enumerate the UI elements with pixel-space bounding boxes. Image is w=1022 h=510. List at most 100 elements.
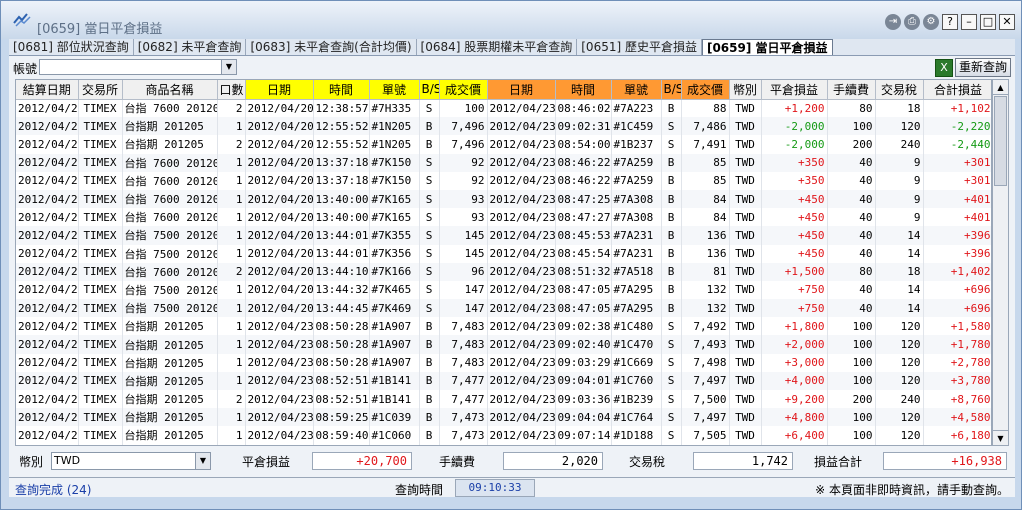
table-row[interactable]: 2012/04/23 TIMEX 台指 7600 201205 1 2012/04/20… xyxy=(16,208,991,227)
table-cell: #7A308 xyxy=(611,208,662,227)
table-cell: 2012/04/23 xyxy=(487,299,556,318)
table-cell: 2012/04/23 xyxy=(16,189,79,209)
table-cell: 13:40:00 xyxy=(313,208,370,227)
table-row[interactable]: 2012/04/23 TIMEX 台指期 201205 1 2012/04/23 08:5… xyxy=(16,335,991,354)
refresh-button[interactable]: 重新查詢 xyxy=(955,58,1011,77)
table-cell: 2012/04/23 xyxy=(487,280,556,300)
table-row[interactable]: 2012/04/23 TIMEX 台指期 201205 1 2012/04/23 08:5… xyxy=(16,353,991,372)
tab-0681[interactable]: [0681] 部位狀況查詢 xyxy=(9,39,134,55)
scroll-down-icon[interactable]: ▼ xyxy=(993,430,1008,445)
settings-icon[interactable]: ⚙ xyxy=(923,14,939,30)
table-row[interactable]: 2012/04/23 TIMEX 台指 7500 201205 1 2012/04/20… xyxy=(16,226,991,245)
table-cell: TWD xyxy=(729,317,762,336)
tab-0684[interactable]: [0684] 股票期權未平倉查詢 xyxy=(417,39,578,55)
account-select[interactable]: ▼ xyxy=(39,59,237,75)
column-header[interactable]: 單號 xyxy=(369,80,420,100)
column-header[interactable]: 日期 xyxy=(245,80,314,100)
table-row[interactable]: 2012/04/23 TIMEX 台指 7500 201205 1 2012/04/20… xyxy=(16,299,991,318)
table-row[interactable]: 2012/04/23 TIMEX 台指 7600 201205 1 2012/04/20… xyxy=(16,153,991,172)
maximize-icon[interactable]: □ xyxy=(980,14,996,30)
table-cell: B xyxy=(661,208,682,227)
column-header[interactable]: 時間 xyxy=(313,80,370,100)
column-header[interactable]: 合計損益 xyxy=(923,80,991,100)
table-cell: TWD xyxy=(729,189,762,209)
table-cell: 2012/04/20 xyxy=(245,189,314,209)
table-row[interactable]: 2012/04/23 TIMEX 台指 7600 201205 2 2012/04/20… xyxy=(16,262,991,281)
scroll-up-icon[interactable]: ▲ xyxy=(993,80,1008,95)
column-header[interactable]: 幣別 xyxy=(729,80,762,100)
table-cell: #7K165 xyxy=(369,208,420,227)
column-header[interactable]: 商品名稱 xyxy=(122,80,218,100)
table-row[interactable]: 2012/04/23 TIMEX 台指期 201205 2 2012/04/23 08:5… xyxy=(16,390,991,409)
table-cell: 13:37:18 xyxy=(313,153,370,172)
column-header[interactable]: 結算日期 xyxy=(16,80,79,100)
table-cell: 2 xyxy=(217,135,246,154)
table-cell: 13:44:01 xyxy=(313,244,370,263)
table-row[interactable]: 2012/04/23 TIMEX 台指 7600 201205 2 2012/04/20… xyxy=(16,99,991,118)
currency-select[interactable]: TWD ▼ xyxy=(51,452,211,470)
table-cell: 7,492 xyxy=(681,317,730,336)
table-row[interactable]: 2012/04/23 TIMEX 台指 7600 201205 1 2012/04/20… xyxy=(16,171,991,190)
column-header[interactable]: 時間 xyxy=(555,80,612,100)
table-cell: TIMEX xyxy=(78,189,123,209)
column-header[interactable]: 交易稅 xyxy=(875,80,924,100)
table-cell: 13:44:10 xyxy=(313,262,370,281)
table-cell: TWD xyxy=(729,280,762,300)
tab-0659[interactable]: [0659] 當日平倉損益 xyxy=(701,39,833,55)
table-cell: 08:52:51 xyxy=(313,390,370,409)
table-cell: S xyxy=(661,135,682,154)
table-row[interactable]: 2012/04/23 TIMEX 台指期 201205 1 2012/04/23 08:5… xyxy=(16,317,991,336)
column-header[interactable]: B/S xyxy=(661,80,682,100)
table-cell: +1,200 xyxy=(761,99,828,118)
table-cell: S xyxy=(419,280,440,300)
table-cell: 12:38:57 xyxy=(313,99,370,118)
table-cell: 2012/04/23 xyxy=(16,208,79,227)
column-header[interactable]: 單號 xyxy=(611,80,662,100)
title-bar[interactable]: [0659] 當日平倉損益 ⇥ ⎙ ⚙ ? – □ ✕ xyxy=(1,1,1021,39)
table-cell: S xyxy=(419,262,440,281)
table-row[interactable]: 2012/04/23 TIMEX 台指期 201205 2 2012/04/20 12:5… xyxy=(16,135,991,154)
scroll-thumb[interactable] xyxy=(994,96,1007,186)
column-header[interactable]: 平倉損益 xyxy=(761,80,828,100)
help-icon[interactable]: ? xyxy=(942,14,958,30)
table-cell: 09:02:31 xyxy=(555,117,612,136)
table-row[interactable]: 2012/04/23 TIMEX 台指 7500 201205 1 2012/04/20… xyxy=(16,280,991,300)
table-cell: 13:44:45 xyxy=(313,299,370,318)
close-icon[interactable]: ✕ xyxy=(999,14,1015,30)
table-cell: 132 xyxy=(681,299,730,318)
table-row[interactable]: 2012/04/23 TIMEX 台指 7600 201205 1 2012/04/20… xyxy=(16,189,991,209)
table-cell: 100 xyxy=(827,426,876,445)
total-label: 損益合計 xyxy=(814,455,863,469)
table-cell: 1 xyxy=(217,244,246,263)
tab-0682[interactable]: [0682] 未平倉查詢 xyxy=(134,39,247,55)
chevron-down-icon[interactable]: ▼ xyxy=(195,453,210,469)
table-row[interactable]: 2012/04/23 TIMEX 台指 7500 201205 1 2012/04/20… xyxy=(16,244,991,263)
table-cell: 2012/04/23 xyxy=(16,299,79,318)
tab-0683[interactable]: [0683] 未平倉查詢(合計均價) xyxy=(246,39,417,55)
column-header[interactable]: 交易所 xyxy=(78,80,123,100)
table-row[interactable]: 2012/04/23 TIMEX 台指期 201205 1 2012/04/23 08:5… xyxy=(16,408,991,427)
chevron-down-icon[interactable]: ▼ xyxy=(221,60,236,74)
column-header[interactable]: 成交價 xyxy=(681,80,730,100)
minimize-icon[interactable]: – xyxy=(961,14,977,30)
table-row[interactable]: 2012/04/23 TIMEX 台指期 201205 1 2012/04/23 08:5… xyxy=(16,371,991,390)
table-cell: 台指 7600 201205 xyxy=(122,99,218,118)
table-cell: 1 xyxy=(217,280,246,300)
vertical-scrollbar[interactable]: ▲ ▼ xyxy=(992,79,1009,446)
column-header[interactable]: 成交價 xyxy=(439,80,488,100)
column-header[interactable]: B/S xyxy=(419,80,440,100)
column-header[interactable]: 手續費 xyxy=(827,80,876,100)
print-icon[interactable]: ⎙ xyxy=(904,14,920,30)
column-header[interactable]: 口數 xyxy=(217,80,246,100)
tab-0651[interactable]: [0651] 歷史平倉損益 xyxy=(577,39,702,55)
excel-export-icon[interactable]: X xyxy=(935,59,953,77)
export-icon[interactable]: ⇥ xyxy=(885,14,901,30)
table-cell: B xyxy=(419,135,440,154)
table-cell: 08:47:05 xyxy=(555,299,612,318)
table-cell: 40 xyxy=(827,280,876,300)
table-cell: #1C669 xyxy=(611,353,662,372)
table-row[interactable]: 2012/04/23 TIMEX 台指期 201205 1 2012/04/20 12:5… xyxy=(16,117,991,136)
column-header[interactable]: 日期 xyxy=(487,80,556,100)
table-row[interactable]: 2012/04/23 TIMEX 台指期 201205 1 2012/04/23 08:5… xyxy=(16,426,991,445)
table-cell: +750 xyxy=(761,280,828,300)
